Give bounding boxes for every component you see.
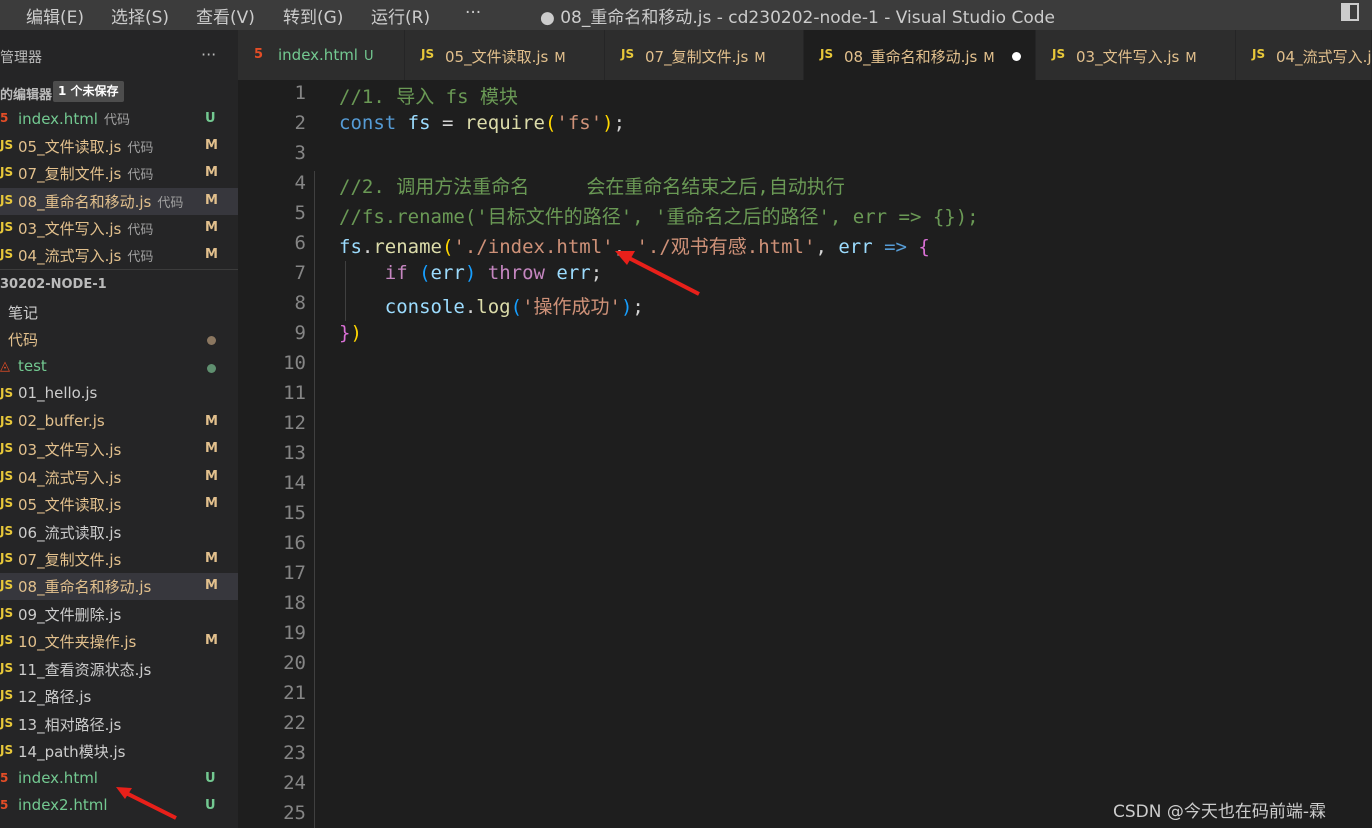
javascript-icon: JS: [1252, 47, 1266, 61]
tab-03[interactable]: JS 03_文件写入.js M: [1036, 30, 1236, 80]
tab-04[interactable]: JS 04_流式写入.j: [1236, 30, 1372, 80]
code-editor[interactable]: 1 2 3 4 5 6 7 8 9 10 11 12 13 14 15 16 1…: [238, 80, 1372, 828]
menu-view[interactable]: 查看(V): [196, 3, 255, 28]
tab-05[interactable]: JS 05_文件读取.js M: [405, 30, 605, 80]
tab-index-html[interactable]: 5 index.html U: [238, 30, 405, 80]
toggle-sidebar-layout-icon[interactable]: [1341, 3, 1359, 21]
tab-label: 08_重命名和移动.js M: [844, 48, 995, 66]
annotation-arrow-editor: [615, 251, 700, 296]
menu-more[interactable]: ···: [465, 3, 481, 23]
menu-selection[interactable]: 选择(S): [111, 3, 169, 28]
tab-label: 07_复制文件.js M: [645, 48, 766, 66]
editor-tab-bar: 5 index.html U JS 05_文件读取.js M JS 07_复制文件.…: [238, 30, 1372, 80]
tab-08-active[interactable]: JS 08_重命名和移动.js M: [804, 30, 1036, 80]
javascript-icon: JS: [820, 47, 834, 61]
tab-label: 05_文件读取.js M: [445, 48, 566, 66]
window-title: ● 08_重命名和移动.js - cd230202-node-1 - Visua…: [540, 8, 1056, 28]
tab-07[interactable]: JS 07_复制文件.js M: [605, 30, 804, 80]
menu-go[interactable]: 转到(G): [283, 3, 343, 28]
title-bar: 编辑(E) 选择(S) 查看(V) 转到(G) 运行(R) ··· ● 08_重…: [0, 0, 1372, 30]
menu-edit[interactable]: 编辑(E): [26, 3, 84, 28]
csdn-watermark: CSDN @今天也在码前端-霖: [1113, 802, 1327, 822]
tab-label: 04_流式写入.j: [1276, 48, 1372, 66]
javascript-icon: JS: [421, 47, 435, 61]
tab-label: 03_文件写入.js M: [1076, 48, 1197, 66]
explorer-sidebar: 管理器 ··· 的编辑器 1 个未保存 5 index.html 代码 U JS …: [0, 30, 238, 828]
tab-label: index.html U: [278, 46, 374, 64]
unsaved-dot-icon[interactable]: [1012, 52, 1021, 61]
annotation-arrow-sidebar: [116, 787, 177, 820]
javascript-icon: JS: [621, 47, 635, 61]
menu-run[interactable]: 运行(R): [371, 3, 430, 28]
javascript-icon: JS: [1052, 47, 1066, 61]
html5-icon: 5: [254, 47, 264, 62]
